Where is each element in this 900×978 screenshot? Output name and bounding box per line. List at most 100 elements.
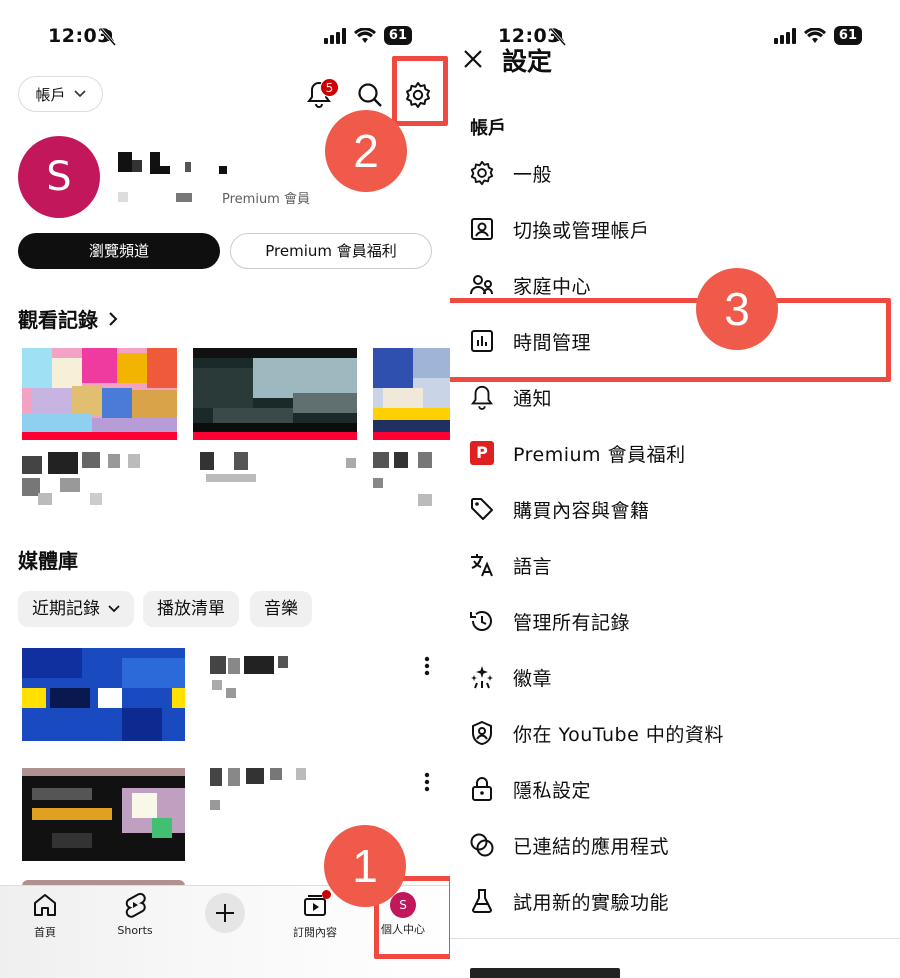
menu-linked-apps[interactable]: 已連結的應用程式 — [468, 823, 888, 867]
history-thumbnail[interactable] — [22, 348, 177, 440]
nav-home-label: 首頁 — [34, 926, 56, 939]
system-icons: 61 — [323, 26, 412, 45]
search-icon — [358, 83, 382, 107]
wifi-icon — [353, 27, 376, 43]
history-header[interactable]: 觀看記錄 — [18, 304, 118, 333]
tag-icon — [471, 498, 493, 520]
translate-icon — [471, 554, 493, 577]
shield-person-icon — [472, 720, 492, 746]
gear-icon — [470, 160, 494, 186]
history-title: 觀看記錄 — [18, 308, 98, 332]
menu-premium-benefits[interactable]: P Premium 會員福利 — [468, 431, 888, 475]
chip-recent[interactable]: 近期記錄 — [18, 591, 134, 627]
menu-language[interactable]: 語言 — [468, 543, 888, 587]
more-options-button[interactable] — [424, 656, 430, 680]
notification-count-badge: 5 — [320, 78, 339, 97]
new-content-dot — [322, 890, 331, 899]
shorts-icon — [125, 892, 146, 918]
account-switcher-label: 帳戶 — [35, 85, 66, 104]
premium-icon: P — [470, 441, 494, 465]
nav-subscriptions-label: 訂閱內容 — [293, 926, 337, 939]
menu-badges[interactable]: 徽章 — [468, 655, 888, 699]
menu-switch-account[interactable]: 切換或管理帳戶 — [468, 207, 888, 251]
nav-subscriptions[interactable]: 訂閱內容 — [280, 890, 350, 940]
history-icon — [470, 611, 492, 631]
lock-icon — [472, 777, 492, 801]
chip-recent-label: 近期記錄 — [32, 599, 100, 619]
premium-benefits-button[interactable]: Premium 會員福利 — [230, 233, 432, 269]
menu-privacy-label: 隱私設定 — [513, 779, 592, 802]
profile-screen: 12:03 61 帳戶 5 2 S Premium 會員 瀏覽頻道 Premiu… — [0, 0, 450, 978]
sparkle-icon — [471, 666, 493, 689]
chevron-down-icon — [108, 605, 120, 613]
bell-icon — [470, 385, 494, 410]
nav-create[interactable] — [205, 893, 245, 933]
menu-your-data-label: 你在 YouTube 中的資料 — [513, 723, 724, 746]
menu-manage-history[interactable]: 管理所有記錄 — [468, 599, 888, 643]
signal-icon — [323, 27, 346, 44]
menu-switch-account-label: 切換或管理帳戶 — [513, 219, 650, 242]
battery-indicator: 61 — [383, 26, 412, 45]
nav-home[interactable]: 首頁 — [10, 892, 80, 940]
profile-avatar[interactable]: S — [18, 136, 100, 218]
more-options-button[interactable] — [424, 772, 430, 796]
battery-indicator: 61 — [833, 26, 862, 45]
menu-notifications-label: 通知 — [513, 387, 553, 410]
library-title: 媒體庫 — [18, 549, 78, 573]
divider — [450, 938, 900, 939]
menu-purchases-label: 購買內容與會籍 — [513, 499, 650, 522]
annotation-badge-2: 2 — [325, 110, 407, 192]
menu-general-label: 一般 — [513, 163, 553, 186]
home-icon — [34, 894, 56, 916]
more-vertical-icon — [424, 772, 430, 792]
chip-playlists[interactable]: 播放清單 — [143, 591, 239, 627]
membership-label: Premium 會員 — [222, 192, 310, 207]
chevron-right-icon — [109, 311, 118, 326]
close-icon — [464, 50, 482, 68]
plus-icon — [216, 904, 234, 922]
mute-icon — [99, 28, 117, 50]
menu-linked-apps-label: 已連結的應用程式 — [513, 835, 670, 858]
menu-premium-benefits-label: Premium 會員福利 — [513, 443, 686, 466]
flask-icon — [472, 889, 492, 913]
menu-purchases[interactable]: 購買內容與會籍 — [468, 487, 888, 531]
history-thumbnail[interactable] — [373, 348, 450, 440]
library-thumbnail[interactable] — [22, 768, 185, 861]
family-icon — [470, 275, 493, 295]
menu-badges-label: 徽章 — [513, 667, 553, 690]
menu-manage-history-label: 管理所有記錄 — [513, 611, 631, 634]
settings-screen: 12:03 61 設定 帳戶 一般 切換或管理帳戶 家庭中心 時間管理 通知 P… — [450, 0, 900, 978]
notifications-button[interactable]: 5 — [306, 78, 339, 112]
settings-title: 設定 — [502, 47, 553, 76]
menu-experimental[interactable]: 試用新的實驗功能 — [468, 879, 888, 923]
search-button[interactable] — [357, 82, 383, 112]
annotation-badge-1: 1 — [324, 825, 406, 907]
mute-icon — [549, 28, 567, 50]
annotation-badge-3: 3 — [696, 268, 778, 350]
section-heading-account: 帳戶 — [470, 118, 506, 139]
linked-apps-icon — [470, 833, 494, 857]
library-thumbnail[interactable] — [22, 648, 185, 741]
menu-general[interactable]: 一般 — [468, 151, 888, 195]
account-switcher-button[interactable]: 帳戶 — [18, 76, 103, 112]
menu-privacy[interactable]: 隱私設定 — [468, 767, 888, 811]
status-bar: 12:03 61 — [0, 22, 450, 52]
annotation-box-3 — [450, 298, 891, 382]
close-button[interactable] — [462, 48, 484, 74]
annotation-box-2 — [392, 56, 448, 126]
more-vertical-icon — [424, 656, 430, 676]
chevron-down-icon — [73, 90, 86, 98]
account-box-icon — [471, 218, 493, 240]
menu-family-center-label: 家庭中心 — [513, 275, 592, 298]
chip-music[interactable]: 音樂 — [250, 591, 312, 627]
menu-your-data[interactable]: 你在 YouTube 中的資料 — [468, 711, 888, 755]
system-icons: 61 — [773, 26, 862, 45]
nav-shorts-label: Shorts — [117, 924, 153, 937]
signal-icon — [773, 27, 796, 44]
nav-shorts[interactable]: Shorts — [100, 892, 170, 937]
menu-language-label: 語言 — [513, 555, 553, 578]
menu-experimental-label: 試用新的實驗功能 — [513, 891, 670, 914]
view-channel-button[interactable]: 瀏覽頻道 — [18, 233, 220, 269]
wifi-icon — [803, 27, 826, 43]
history-thumbnail[interactable] — [193, 348, 357, 440]
